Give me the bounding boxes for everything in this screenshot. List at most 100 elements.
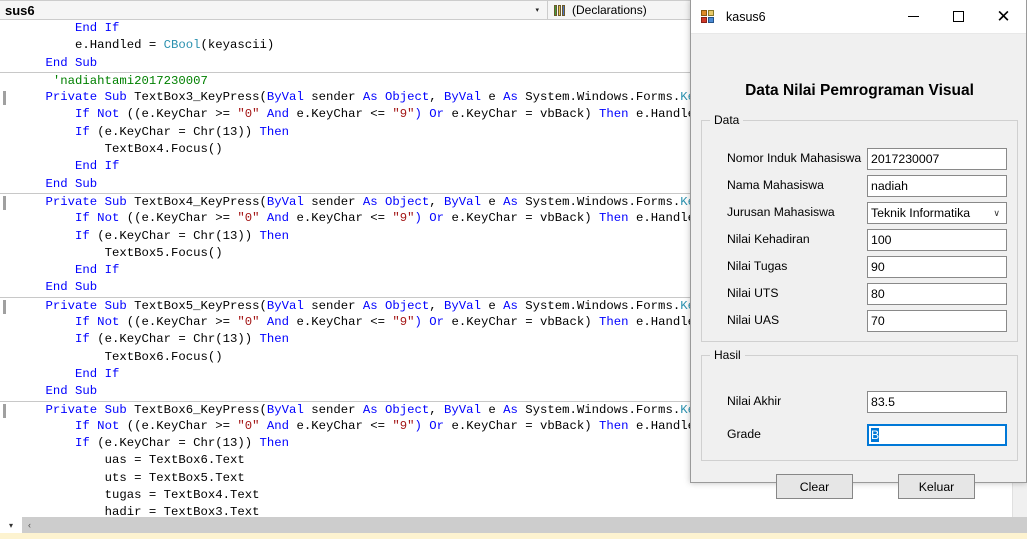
code-token: sender <box>311 90 363 104</box>
data-field-input[interactable]: 2017230007 <box>867 148 1007 170</box>
data-field-row: Jurusan MahasiswaTeknik Informatika∨ <box>702 202 1019 224</box>
code-token: If Not <box>75 211 127 225</box>
code-token: ByVal <box>267 403 311 417</box>
code-token: If Not <box>75 107 127 121</box>
code-token: ) Or <box>415 315 452 329</box>
code-token: "0" <box>237 211 259 225</box>
code-line: hadir = TextBox3.Text <box>0 504 1027 517</box>
collapse-marker-icon[interactable] <box>3 91 6 105</box>
code-token: TextBox3_KeyPress( <box>134 90 267 104</box>
code-token: As <box>363 195 385 209</box>
input-value: 90 <box>871 260 885 274</box>
code-indent <box>16 107 75 121</box>
code-token: e.KeyChar <= <box>296 419 392 433</box>
code-token: End Sub <box>46 280 98 294</box>
code-token: ((e.KeyChar >= <box>127 315 238 329</box>
code-token: Object <box>385 299 429 313</box>
code-token: e.KeyChar = vbBack) <box>451 315 599 329</box>
hasil-field-row: Grade B <box>702 424 1019 446</box>
data-field-input[interactable]: 80 <box>867 283 1007 305</box>
code-token: "0" <box>237 107 259 121</box>
code-token: End Sub <box>46 384 98 398</box>
code-token: As <box>503 299 525 313</box>
code-token: TextBox4_KeyPress( <box>134 195 267 209</box>
code-token: (e.KeyChar = Chr(13)) <box>97 332 259 346</box>
kasus6-form-window: kasus6 ✕ Data Nilai Pemrograman Visual D… <box>690 0 1027 483</box>
code-token: CBool <box>164 38 201 52</box>
hasil-field-input[interactable]: B <box>867 424 1007 446</box>
code-token: "0" <box>237 315 259 329</box>
input-value: nadiah <box>871 179 908 193</box>
code-token: ((e.KeyChar >= <box>127 419 238 433</box>
screen-root: sus6 ▾ (Declarations) End If e.Handled =… <box>0 0 1027 539</box>
code-token: e.KeyChar <= <box>296 315 392 329</box>
input-value: 83.5 <box>871 395 895 409</box>
code-token: End Sub <box>46 56 98 70</box>
code-indent <box>16 367 75 381</box>
chevron-down-icon[interactable]: ∨ <box>993 203 1000 223</box>
code-token: uas = TextBox6.Text <box>105 453 245 467</box>
code-token: Private Sub <box>46 299 135 313</box>
data-field-input[interactable]: 90 <box>867 256 1007 278</box>
horizontal-scrollbar[interactable]: ▾ ‹ <box>0 517 1027 533</box>
code-indent <box>16 488 105 502</box>
close-button[interactable]: ✕ <box>981 0 1026 33</box>
class-dropdown[interactable]: sus6 ▾ <box>0 0 548 20</box>
dialog-title-bar[interactable]: kasus6 ✕ <box>691 0 1026 34</box>
code-token: If <box>75 229 97 243</box>
code-indent <box>16 125 75 139</box>
code-token: 'nadiahtami2017230007 <box>53 74 208 88</box>
code-token: And <box>260 107 297 121</box>
clear-button[interactable]: Clear <box>776 474 853 499</box>
code-token: As <box>363 299 385 313</box>
data-field-input[interactable]: nadiah <box>867 175 1007 197</box>
code-token: ) Or <box>415 107 452 121</box>
code-token: e.KeyChar = vbBack) <box>451 211 599 225</box>
code-token: ByVal <box>267 90 311 104</box>
code-token: Private Sub <box>46 195 135 209</box>
code-token: ((e.KeyChar >= <box>127 211 238 225</box>
code-indent <box>16 21 75 35</box>
data-field-label: Nilai UTS <box>727 286 778 300</box>
data-field-input[interactable]: 100 <box>867 229 1007 251</box>
code-token: TextBox5_KeyPress( <box>134 299 267 313</box>
code-indent <box>16 177 46 191</box>
code-indent <box>16 142 105 156</box>
collapse-marker-icon[interactable] <box>3 196 6 210</box>
code-token: hadir = TextBox3.Text <box>105 505 260 517</box>
dialog-title: kasus6 <box>726 10 766 24</box>
chevron-down-icon: ▾ <box>535 7 545 14</box>
code-token: Private Sub <box>46 90 135 104</box>
keluar-button[interactable]: Keluar <box>898 474 975 499</box>
code-token: End Sub <box>46 177 98 191</box>
scroll-left-icon[interactable]: ‹ <box>22 517 37 533</box>
data-field-row: Nilai Kehadiran100 <box>702 229 1019 251</box>
maximize-button[interactable] <box>936 0 981 33</box>
code-token: Then <box>260 332 290 346</box>
code-token: e <box>488 403 503 417</box>
code-token: As <box>363 90 385 104</box>
code-indent <box>16 229 75 243</box>
code-token: And <box>260 419 297 433</box>
collapse-marker-icon[interactable] <box>3 300 6 314</box>
code-token: "0" <box>237 419 259 433</box>
data-field-row: Nomor Induk Mahasiswa2017230007 <box>702 148 1019 170</box>
scroll-dropdown-arrow-icon[interactable]: ▾ <box>0 517 22 533</box>
code-token: End If <box>75 159 119 173</box>
code-token: , <box>429 299 444 313</box>
code-token: ) Or <box>415 419 452 433</box>
data-field-combobox[interactable]: Teknik Informatika∨ <box>867 202 1007 224</box>
hasil-field-input[interactable]: 83.5 <box>867 391 1007 413</box>
group-box-hasil-title: Hasil <box>710 348 745 362</box>
code-token: If <box>75 436 97 450</box>
horizontal-scrollbar-thumb[interactable] <box>37 517 1027 533</box>
collapse-marker-icon[interactable] <box>3 404 6 418</box>
code-token: ) Or <box>415 211 452 225</box>
data-field-input[interactable]: 70 <box>867 310 1007 332</box>
hasil-field-label: Grade <box>727 427 761 441</box>
code-token: ByVal <box>444 195 488 209</box>
member-dropdown-value: (Declarations) <box>572 3 647 17</box>
minimize-button[interactable] <box>891 0 936 33</box>
code-token: ByVal <box>444 90 488 104</box>
code-token: If <box>75 125 97 139</box>
